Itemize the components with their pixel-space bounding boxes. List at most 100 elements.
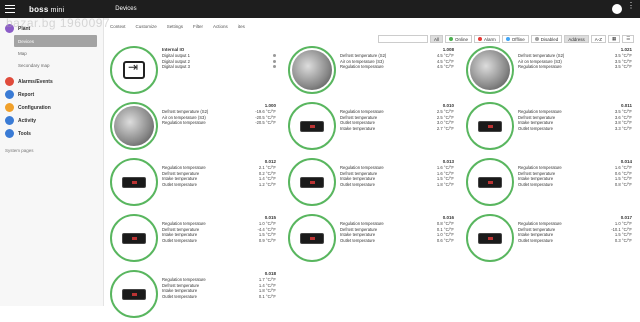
value-label: Outlet temperature — [518, 181, 553, 187]
hamburger-menu-icon[interactable] — [5, 5, 15, 13]
device-status-ring[interactable] — [288, 214, 336, 262]
device-address: 0.017 — [620, 215, 632, 220]
value-label: Outlet temperature — [340, 237, 375, 243]
value-row: Outlet temperature 0.8 °C/°F — [518, 182, 632, 188]
sidebar-item-alarms-events[interactable]: Alarms/Events — [0, 75, 103, 88]
toolbar-item[interactable]: Filter — [193, 24, 203, 29]
sidebar: Plant Devices Map Secondary map Alarms/Event… — [0, 18, 104, 306]
device-card[interactable]: 1.021 Defrost temperature (S2) 3.5 °C/°F Ai… — [462, 46, 638, 98]
device-card[interactable]: 0.015 Regulation temperature 1.0 °C/°F Defr… — [106, 214, 282, 266]
value-row: Regulation temperature 3.5 °C/°F — [518, 64, 632, 70]
sidebar-subitem[interactable]: Devices — [14, 35, 97, 47]
value-reading: 3.3 °C/°F — [614, 125, 632, 131]
toolbar-item[interactable]: Settings — [167, 24, 183, 29]
system-pages-link[interactable]: System pages — [0, 148, 103, 153]
controller-device-icon — [478, 120, 502, 132]
device-card[interactable]: Internal IODigital output 1Digital outpu… — [106, 46, 282, 98]
controller-device-icon — [122, 288, 146, 300]
device-status-ring[interactable] — [466, 158, 514, 206]
sidebar-item-label: Activity — [18, 117, 37, 124]
filter-all-button[interactable]: All — [430, 35, 444, 43]
device-values: Defrost temperature (S2) 3.5 °C/°F Air on … — [518, 53, 632, 70]
toolbar-item[interactable]: ites — [238, 24, 245, 29]
device-values: Regulation temperature 1.0 °C/°F Defrost t… — [518, 221, 632, 243]
controller-device-icon — [122, 176, 146, 188]
device-address: 0.013 — [442, 159, 454, 164]
device-card[interactable]: 0.012 Regulation temperature 2.1 °C/°F Defr… — [106, 158, 282, 210]
controller-device-icon — [478, 176, 502, 188]
grid-view-icon[interactable]: ▦ — [608, 35, 621, 43]
controller-device-icon — [300, 176, 324, 188]
device-status-ring[interactable] — [288, 46, 336, 94]
disabled-dot-icon — [534, 37, 539, 41]
value-reading: -20.5 °C/°F — [255, 120, 276, 126]
controller-device-icon — [300, 232, 324, 244]
device-card[interactable]: 0.018 Regulation temperature 1.7 °C/°F Defr… — [106, 270, 282, 322]
device-status-ring[interactable] — [110, 214, 158, 262]
toolbar-item[interactable]: Actions — [213, 24, 228, 29]
device-values: Regulation temperature 0.8 °C/°F Defrost t… — [340, 221, 454, 243]
filter-offline-button[interactable]: Offline — [501, 35, 529, 43]
motor-device-icon — [470, 50, 510, 90]
device-card[interactable]: 0.010 Regulation temperature 2.5 °C/°F Defr… — [284, 102, 460, 154]
device-values: Regulation temperature 1.7 °C/°F Defrost t… — [162, 277, 276, 299]
more-vertical-icon[interactable]: ⋮ — [627, 2, 635, 10]
user-icon[interactable] — [612, 4, 622, 14]
sidebar-item-tools[interactable]: Tools — [0, 127, 103, 140]
device-status-ring[interactable] — [110, 102, 158, 150]
filter-disabled-button[interactable]: Disabled — [530, 35, 563, 43]
search-input[interactable] — [378, 35, 428, 43]
device-card[interactable]: 1.008 Defrost temperature (S2) 4.5 °C/°F Ai… — [284, 46, 460, 98]
device-status-ring[interactable] — [110, 158, 158, 206]
device-card[interactable]: 1.000 Defrost temperature (S2) -19.6 °C/°F… — [106, 102, 282, 154]
device-status-ring[interactable] — [466, 46, 514, 94]
value-reading: 3.5 °C/°F — [614, 64, 632, 70]
top-bar: boss mini Devices ⋮ — [0, 0, 640, 18]
toolbar-item[interactable]: Customize — [136, 24, 157, 29]
list-view-icon[interactable]: ☰ — [622, 35, 635, 43]
device-name: Internal IO — [162, 47, 185, 52]
nav-icon — [5, 129, 14, 138]
device-status-ring[interactable] — [466, 102, 514, 150]
device-status-ring[interactable] — [288, 102, 336, 150]
sort-az-button[interactable]: A-Z — [590, 35, 607, 43]
device-card[interactable]: 0.017 Regulation temperature 1.0 °C/°F Defr… — [462, 214, 638, 266]
value-label: Outlet temperature — [162, 181, 197, 187]
device-address: 0.011 — [620, 103, 632, 108]
value-row: Outlet temperature 0.6 °C/°F — [340, 238, 454, 244]
sort-address-button[interactable]: Address — [564, 35, 589, 43]
device-status-ring[interactable] — [110, 46, 158, 94]
filter-alarm-button[interactable]: Alarm — [474, 35, 500, 43]
device-card[interactable]: 0.013 Regulation temperature 1.6 °C/°F Defr… — [284, 158, 460, 210]
device-values: Regulation temperature 1.6 °C/°F Defrost t… — [518, 165, 632, 187]
value-label: Intake temperature — [340, 125, 376, 131]
io-module-icon — [123, 60, 145, 79]
device-card[interactable]: 0.016 Regulation temperature 0.8 °C/°F Defr… — [284, 214, 460, 266]
offline-dot-icon — [505, 37, 510, 41]
page-title: Devices — [115, 6, 137, 12]
sidebar-item-report[interactable]: Report — [0, 88, 103, 101]
filter-bar: All Online Alarm Offline Disabled Addres… — [378, 34, 635, 44]
sidebar-item-activity[interactable]: Activity — [0, 114, 103, 127]
device-card[interactable]: 0.014 Regulation temperature 1.6 °C/°F Defr… — [462, 158, 638, 210]
device-status-ring[interactable] — [110, 270, 158, 318]
sidebar-item-configuration[interactable]: Configuration — [0, 101, 103, 114]
device-values: Regulation temperature 1.6 °C/°F Defrost t… — [340, 165, 454, 187]
controller-device-icon — [300, 120, 324, 132]
alarm-dot-icon — [478, 37, 483, 41]
toolbar-item[interactable]: Context — [110, 24, 126, 29]
device-status-ring[interactable] — [288, 158, 336, 206]
sidebar-item-plant[interactable]: Plant — [0, 22, 103, 35]
controller-device-icon — [122, 232, 146, 244]
sidebar-subitem[interactable]: Secondary map — [0, 59, 103, 71]
sidebar-subitem[interactable]: Map — [0, 47, 103, 59]
filter-online-button[interactable]: Online — [445, 35, 473, 43]
sidebar-item-label: Configuration — [18, 104, 51, 111]
device-address: 0.015 — [264, 215, 276, 220]
device-status-ring[interactable] — [466, 214, 514, 262]
value-row: Outlet temperature 0.9 °C/°F — [162, 238, 276, 244]
motor-device-icon — [292, 50, 332, 90]
nav-icon — [5, 116, 14, 125]
device-grid: Internal IODigital output 1Digital outpu… — [106, 46, 638, 318]
device-card[interactable]: 0.011 Regulation temperature 3.5 °C/°F Defr… — [462, 102, 638, 154]
